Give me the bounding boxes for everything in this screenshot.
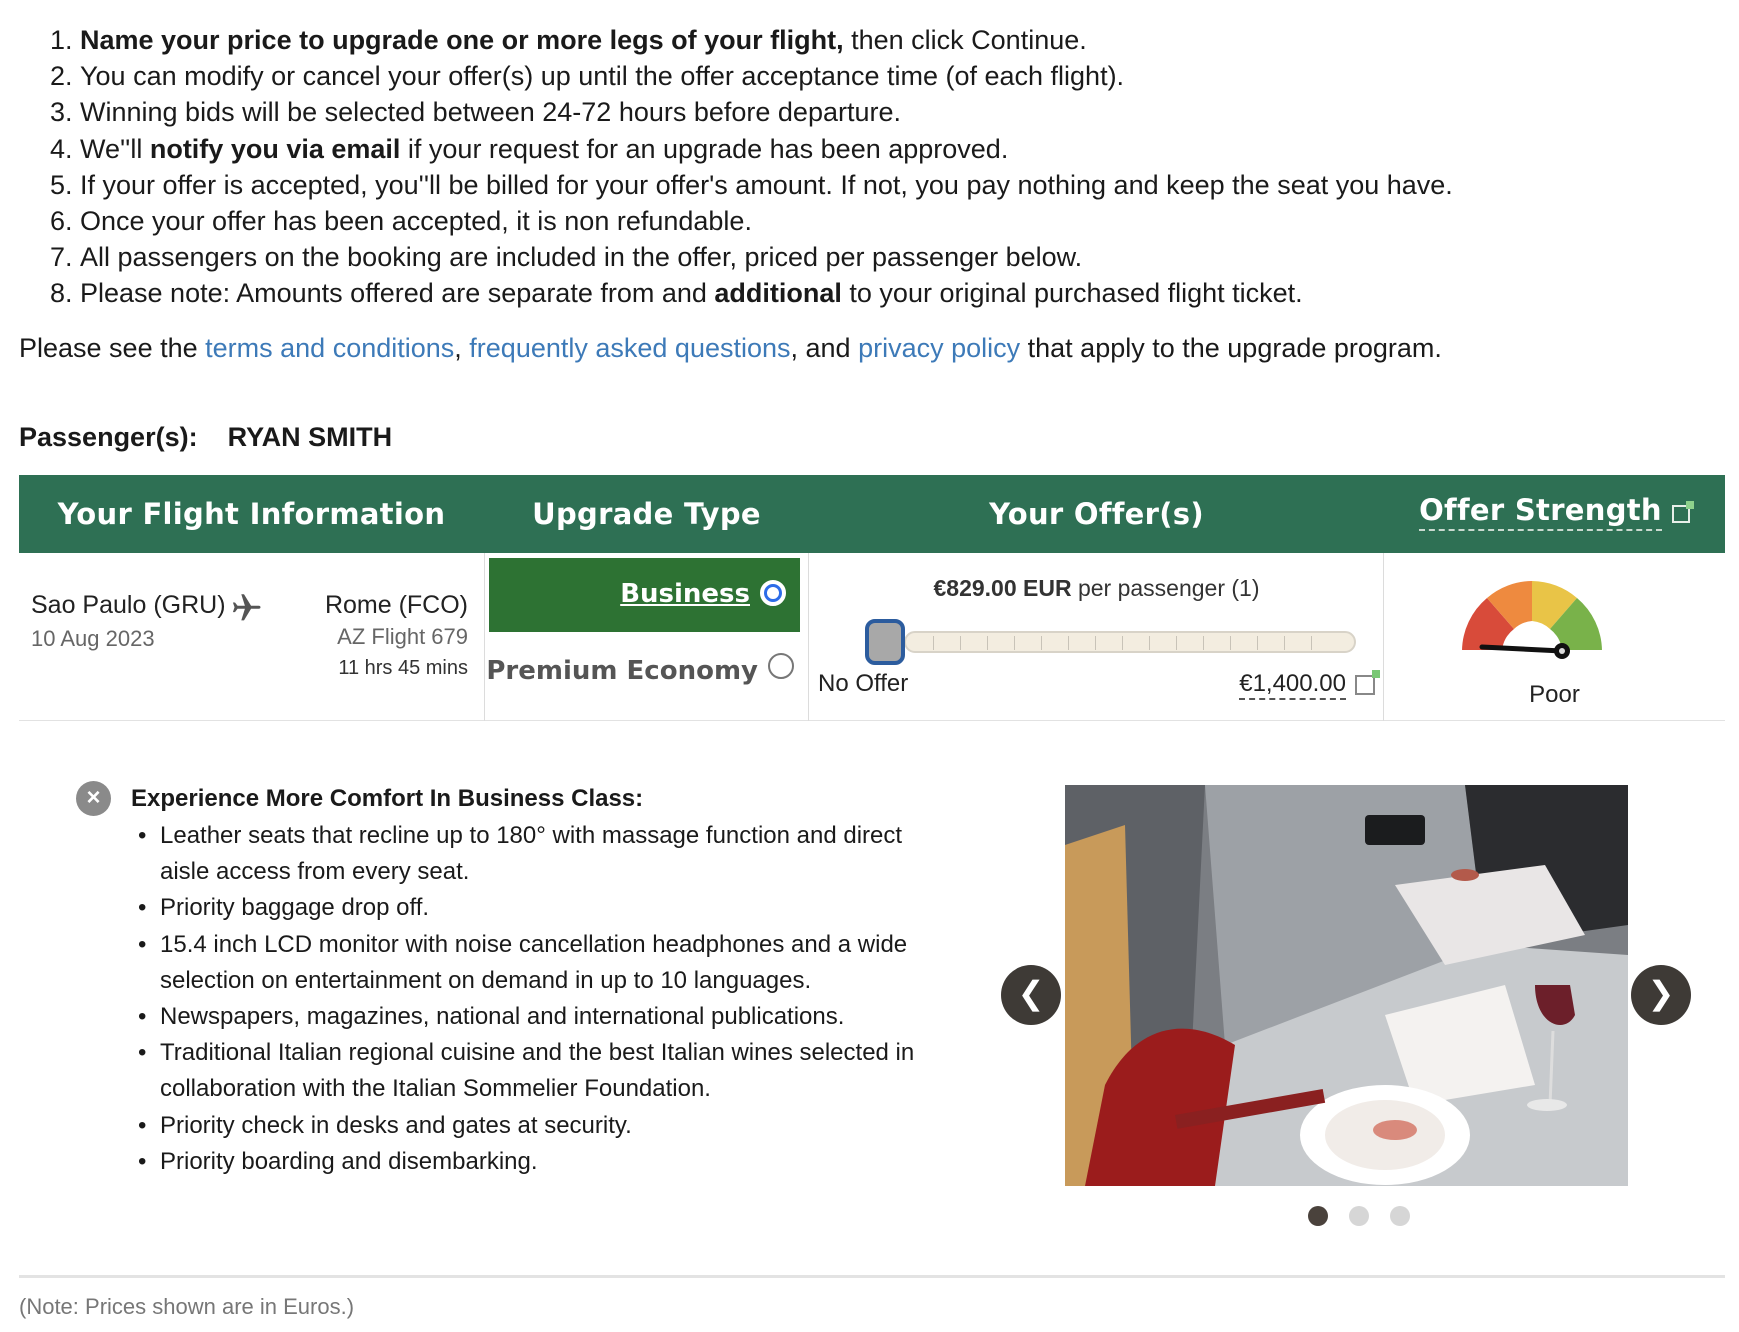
- info-icon[interactable]: [1671, 501, 1694, 523]
- plane-icon: [232, 594, 261, 621]
- col-your-offers: Your Offer(s): [989, 497, 1204, 531]
- slider-tick: [1041, 636, 1042, 650]
- carousel-next-button[interactable]: ❯: [1631, 965, 1691, 1025]
- offer-strength-label[interactable]: Offer Strength: [1419, 493, 1662, 531]
- flight-duration: 11 hrs 45 mins: [338, 657, 468, 679]
- business-label[interactable]: Business: [620, 579, 750, 609]
- slider-min-label: No Offer: [818, 670, 909, 697]
- privacy-link[interactable]: privacy policy: [858, 333, 1020, 363]
- flight-number: AZ Flight 679: [337, 624, 468, 649]
- slider-tick: [1149, 636, 1150, 650]
- premium-economy-label[interactable]: Premium Economy: [486, 656, 758, 686]
- offer-slider-handle[interactable]: [865, 619, 905, 665]
- premium-economy-radio[interactable]: [768, 653, 794, 679]
- slider-tick: [1068, 636, 1069, 650]
- upgrade-type-cell: Business Premium Economy: [484, 553, 809, 721]
- feature-item: Traditional Italian regional cuisine and…: [138, 1035, 940, 1107]
- slider-tick: [1257, 636, 1258, 650]
- business-radio[interactable]: [760, 580, 786, 606]
- slider-tick: [1095, 636, 1096, 650]
- slider-tick: [960, 636, 961, 650]
- terms-sep: ,: [454, 333, 470, 363]
- terms-suffix: that apply to the upgrade program.: [1020, 333, 1442, 363]
- passenger-label: Passenger(s):: [19, 422, 198, 452]
- slider-tick: [1176, 636, 1177, 650]
- features-title: Experience More Comfort In Business Clas…: [131, 785, 644, 812]
- col-upgrade-type: Upgrade Type: [532, 497, 761, 531]
- carousel-image: [1065, 785, 1628, 1186]
- destination-airport: Rome (FCO): [324, 591, 468, 619]
- close-icon[interactable]: ×: [76, 781, 111, 816]
- instruction-item: 7. All passengers on the booking are incl…: [50, 242, 1083, 273]
- flight-date: 10 Aug 2023: [31, 626, 155, 651]
- offer-cell: €829.00 EUR per passenger (1) No Offer €…: [809, 553, 1384, 721]
- terms-notice: Please see the terms and conditions, fre…: [19, 330, 1442, 366]
- carousel-prev-button[interactable]: ❮: [1001, 965, 1061, 1025]
- slider-tick: [987, 636, 988, 650]
- slider-tick: [1014, 636, 1015, 650]
- instruction-item: 5. If your offer is accepted, you''ll be …: [50, 169, 1453, 200]
- col-offer-strength[interactable]: Offer Strength: [1384, 475, 1725, 553]
- col-flight-info: Your Flight Information: [57, 497, 446, 531]
- offer-table-header: Your Flight Information Upgrade Type You…: [19, 475, 1725, 553]
- slider-tick: [1230, 636, 1231, 650]
- instructions-list: 1. Name your price to upgrade one or more…: [50, 22, 1690, 312]
- offer-per-passenger: per passenger (1): [1071, 575, 1260, 601]
- flight-info-cell: Sao Paulo (GRU) 10 Aug 2023 Rome (FCO) A…: [19, 553, 484, 721]
- instruction-item: 8. Please note: Amounts offered are separ…: [50, 278, 1303, 309]
- terms-sep: , and: [790, 333, 859, 363]
- feature-item: Newspapers, magazines, national and inte…: [138, 999, 940, 1035]
- flight-row: Sao Paulo (GRU) 10 Aug 2023 Rome (FCO) A…: [19, 553, 1725, 721]
- upgrade-option-business[interactable]: Business: [489, 558, 800, 632]
- passenger-name: RYAN SMITH: [227, 422, 393, 452]
- divider: [19, 1275, 1725, 1278]
- instruction-item: 4. We''ll notify you via email if your re…: [50, 133, 1009, 164]
- feature-item: Priority baggage drop off.: [138, 890, 940, 926]
- feature-item: Priority boarding and disembarking.: [138, 1144, 940, 1180]
- slider-tick: [1284, 636, 1285, 650]
- origin-airport: Sao Paulo (GRU): [31, 591, 226, 619]
- faq-link[interactable]: frequently asked questions: [469, 333, 790, 363]
- terms-prefix: Please see the: [19, 333, 206, 363]
- offer-amount: €829.00 EUR: [933, 575, 1072, 601]
- offer-strength-cell: Poor: [1384, 553, 1725, 721]
- strength-rating: Poor: [1529, 681, 1580, 708]
- passenger-line: Passenger(s): RYAN SMITH: [19, 422, 392, 453]
- feature-item: Leather seats that recline up to 180° wi…: [138, 818, 940, 890]
- slider-tick: [1311, 636, 1312, 650]
- instruction-item: 2. You can modify or cancel your offer(s)…: [50, 61, 1125, 92]
- slider-tick: [933, 636, 934, 650]
- carousel-dot[interactable]: [1349, 1206, 1369, 1226]
- instruction-item: 3. Winning bids will be selected between …: [50, 97, 901, 128]
- feature-item: 15.4 inch LCD monitor with noise cancell…: [138, 927, 940, 999]
- offer-amount-line: €829.00 EUR per passenger (1): [809, 575, 1384, 602]
- carousel-dot[interactable]: [1390, 1206, 1410, 1226]
- terms-link[interactable]: terms and conditions: [205, 333, 454, 363]
- slider-tick: [1203, 636, 1204, 650]
- instruction-item: 6. Once your offer has been accepted, it …: [50, 206, 752, 237]
- feature-item: Priority check in desks and gates at sec…: [138, 1108, 940, 1144]
- features-list: Leather seats that recline up to 180° wi…: [138, 818, 940, 1180]
- strength-gauge: [1462, 581, 1602, 659]
- carousel-dot[interactable]: [1308, 1206, 1328, 1226]
- price-note: (Note: Prices shown are in Euros.): [19, 1294, 355, 1319]
- slider-max-label[interactable]: €1,400.00: [1239, 670, 1346, 700]
- offer-slider-track[interactable]: [904, 631, 1356, 653]
- instruction-item: 1. Name your price to upgrade one or more…: [50, 25, 1087, 55]
- slider-tick: [1122, 636, 1123, 650]
- edit-icon[interactable]: [1355, 670, 1380, 695]
